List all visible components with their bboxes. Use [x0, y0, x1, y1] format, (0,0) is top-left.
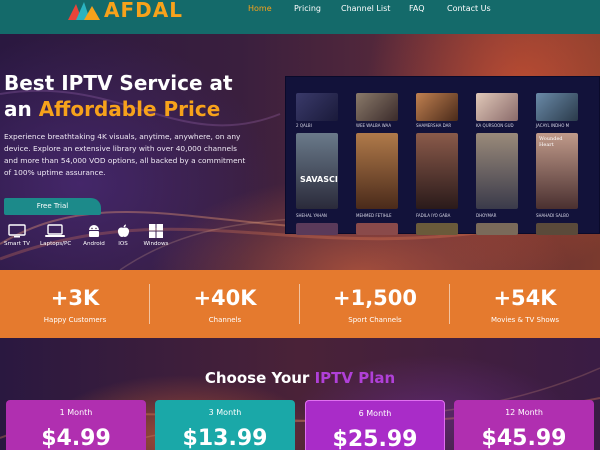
stat-movies-shows: +54K Movies & TV Shows: [450, 270, 600, 338]
app-preview-screenshot: 2 QALBI WEE WALBA WAA SHAMERSHA DAR KA Q…: [285, 76, 600, 235]
logo-icon: [68, 2, 100, 20]
free-trial-button[interactable]: Free Trial: [4, 198, 101, 215]
pricing-title-prefix: Choose Your: [204, 369, 315, 387]
top-navbar: AFDAL Home Pricing Channel List FAQ Cont…: [0, 0, 600, 34]
windows-icon: [149, 224, 163, 238]
poster-caption: 2 QALBI: [296, 123, 312, 128]
stat-value: +3K: [50, 286, 100, 310]
stat-label: Happy Customers: [43, 316, 107, 324]
device-label: Smart TV: [4, 241, 30, 247]
poster-tile[interactable]: [536, 223, 578, 235]
nav-contact-us[interactable]: Contact Us: [447, 4, 491, 13]
device-label: IOS: [118, 241, 128, 247]
device-android: Android: [79, 224, 109, 247]
poster-caption: FADILA IYO GABA: [416, 213, 451, 218]
poster-caption: KA QURSOON GUD: [476, 123, 514, 128]
poster-caption: SHEHAL YAHAN: [296, 213, 327, 218]
pricing-section: Choose Your IPTV Plan 1 Month $4.99 3 Mo…: [0, 338, 600, 450]
device-smart-tv: Smart TV: [2, 224, 32, 247]
plan-card-3-month[interactable]: 3 Month $13.99: [155, 400, 295, 450]
poster-tile[interactable]: [416, 93, 458, 121]
poster-caption: JACAYL INDHO M: [536, 123, 570, 128]
poster-caption: SHAMERSHA DAR: [416, 123, 452, 128]
plan-name: 3 Month: [208, 408, 242, 417]
poster-tile[interactable]: [476, 133, 518, 209]
device-label: Laptops/PC: [40, 241, 72, 247]
hero-title-prefix: an: [4, 97, 39, 121]
laptop-icon: [45, 224, 65, 237]
poster-tile[interactable]: [536, 93, 578, 121]
plan-price: $45.99: [481, 426, 567, 450]
poster-tile[interactable]: [356, 133, 398, 209]
stat-happy-customers: +3K Happy Customers: [0, 270, 150, 338]
device-label: Windows: [143, 241, 169, 247]
plan-price: $4.99: [41, 426, 111, 450]
device-windows: Windows: [141, 224, 171, 247]
poster-tile[interactable]: [416, 223, 458, 235]
poster-tile[interactable]: Wounded Heart: [536, 133, 578, 209]
stat-label: Channels: [208, 316, 242, 324]
hero-section: Best IPTV Service at an Affordable Price…: [0, 34, 600, 270]
android-icon: [89, 225, 99, 237]
poster-tile[interactable]: [356, 93, 398, 121]
poster-tile[interactable]: [356, 223, 398, 235]
tv-icon: [8, 224, 26, 238]
pricing-title: Choose Your IPTV Plan: [0, 369, 600, 387]
stat-channels: +40K Channels: [150, 270, 300, 338]
nav-channel-list[interactable]: Channel List: [341, 4, 390, 13]
poster-caption: DHOYMAR: [476, 213, 497, 218]
plan-card-12-month[interactable]: 12 Month $45.99: [454, 400, 594, 450]
nav-faq[interactable]: FAQ: [409, 4, 425, 13]
poster-caption: SHAHADI SALBO: [536, 213, 569, 218]
plan-price: $25.99: [332, 427, 418, 450]
poster-title: SAVASCI: [300, 175, 338, 184]
plan-name: 1 Month: [59, 408, 93, 417]
stat-value: +1,500: [332, 286, 418, 310]
plan-card-6-month[interactable]: 6 Month $25.99: [305, 400, 445, 450]
hero-description: Experience breathtaking 4K visuals, anyt…: [4, 132, 246, 177]
plan-name: 6 Month: [358, 409, 392, 418]
hero-title-highlight: Affordable Price: [38, 97, 221, 121]
poster-tile[interactable]: [476, 93, 518, 121]
poster-tile[interactable]: SAVASCI: [296, 133, 338, 209]
device-ios: IOS: [108, 224, 138, 247]
poster-caption: WEE WALBA WAA: [356, 123, 392, 128]
apple-icon: [117, 224, 129, 237]
plan-price: $13.99: [182, 426, 268, 450]
stat-label: Movies & TV Shows: [490, 316, 560, 324]
poster-caption: MEHMED FETIHLE: [356, 213, 392, 218]
stat-sport-channels: +1,500 Sport Channels: [300, 270, 450, 338]
nav-pricing[interactable]: Pricing: [294, 4, 321, 13]
plan-name: 12 Month: [505, 408, 543, 417]
stat-label: Sport Channels: [348, 316, 402, 324]
hero-title-line1: Best IPTV Service at: [4, 71, 233, 95]
nav-home[interactable]: Home: [248, 4, 272, 13]
brand-logo-text[interactable]: AFDAL: [104, 0, 183, 22]
poster-tile[interactable]: [476, 223, 518, 235]
device-laptop: Laptops/PC: [40, 224, 72, 247]
poster-tile[interactable]: [296, 93, 338, 121]
pricing-title-highlight: IPTV Plan: [314, 369, 396, 387]
device-label: Android: [83, 241, 105, 247]
hero-title: Best IPTV Service at an Affordable Price: [4, 70, 233, 122]
poster-tile[interactable]: [416, 133, 458, 209]
stats-bar: +3K Happy Customers +40K Channels +1,500…: [0, 270, 600, 338]
poster-tile[interactable]: [296, 223, 338, 235]
stat-value: +40K: [193, 286, 257, 310]
plan-card-1-month[interactable]: 1 Month $4.99: [6, 400, 146, 450]
stat-value: +54K: [493, 286, 557, 310]
poster-title: Wounded Heart: [539, 136, 563, 148]
